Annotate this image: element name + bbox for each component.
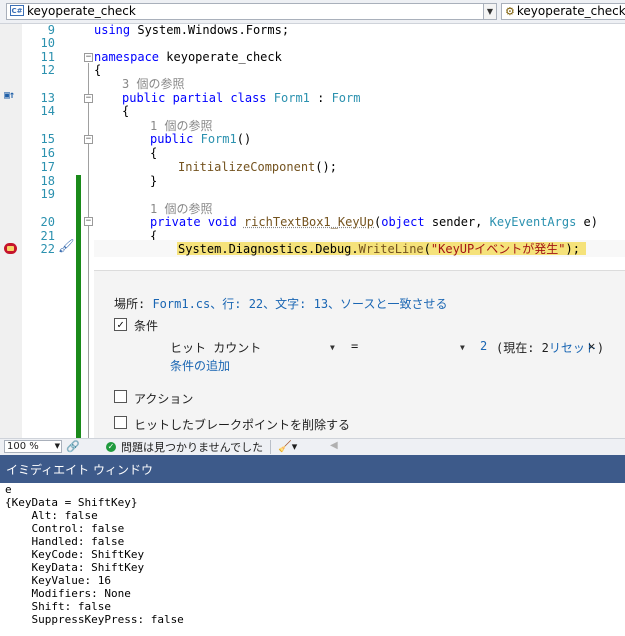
code-line-15: 15 public Form1() [0,133,625,146]
line-number: 19 [40,187,55,201]
location-label: 場所: [114,297,153,311]
hit-count-combo[interactable]: ヒット カウント [170,339,261,356]
line-number: 17 [40,160,55,174]
line-number: 16 [40,146,55,160]
class-icon: ⚙ [505,5,515,18]
code-line-19: 19 [0,188,625,201]
code-text: } [150,174,158,188]
conditions-label: 条件 [134,319,159,333]
immediate-line: {KeyData = ShiftKey} [5,496,138,509]
add-condition-link[interactable]: 条件の追加 [170,357,230,374]
change-tracking-bar [76,175,81,438]
divider [270,440,271,454]
actions-checkbox[interactable] [114,390,127,403]
project-dropdown-label: keyoperate_check [27,4,136,18]
code-line-13: 13 public partial class Form1 : Form [0,92,625,105]
code-line-18: 18 } [0,175,625,188]
immediate-line: Handled: false [5,535,125,548]
code-line-12: 12 { [0,64,625,77]
code-line-9: 9 using System.Windows.Forms; [0,24,625,37]
immediate-line: Control: false [5,522,125,535]
editor-status-bar: 100 % ▼ 🔗 ✓ 問題は見つかりませんでした 🧹▾ ◀ [0,438,625,455]
immediate-line: Shift: false [5,600,111,613]
copilot-icon[interactable]: 🔗 [66,440,80,453]
code-text: { [94,63,102,77]
zoom-value: 100 % [7,441,39,452]
breakpoint-settings-panel: 場所: Form1.cs、行: 22、文字: 13、ソースと一致させる ✓ 条件… [94,270,625,438]
immediate-line: KeyCode: ShiftKey [5,548,145,561]
code-text: { [150,146,158,160]
immediate-line: KeyValue: 16 [5,574,111,587]
code-editor[interactable]: ▣↑ − − − − 9 using System.Windows.Forms;… [0,24,625,438]
line-number: 15 [40,132,55,146]
class-dropdown-label: keyoperate_check.Fo [516,4,625,18]
line-number: 10 [40,36,55,50]
hit-count-value[interactable]: 2 [480,339,487,353]
breakpoint-location: 場所: Form1.cs、行: 22、文字: 13、ソースと一致させる [114,295,447,312]
zoom-dropdown[interactable]: 100 % ▼ [4,440,62,453]
code-line-20: 20 private void richTextBox1_KeyUp(objec… [0,216,625,229]
immediate-line: Modifiers: None [5,587,131,600]
project-dropdown[interactable]: C# keyoperate_check ▼ [6,3,497,20]
immediate-window-title: イミディエイト ウィンドウ [0,455,625,483]
line-number: 14 [40,104,55,118]
code-line-10: 10 [0,37,625,50]
immediate-line: e [5,483,12,496]
code-line-16: 16 { [0,147,625,160]
immediate-line: Alt: false [5,509,98,522]
class-dropdown[interactable]: ⚙keyoperate_check.Fo [501,3,625,20]
immediate-line: KeyData: ShiftKey [5,561,145,574]
code-text: public Form1() [150,132,252,146]
code-text: { [122,104,130,118]
remove-after-hit-label: ヒットしたブレークポイントを削除する [134,418,351,432]
immediate-window[interactable]: e {KeyData = ShiftKey} Alt: false Contro… [0,483,625,636]
line-number: 20 [40,215,55,229]
issues-status[interactable]: 問題は見つかりませんでした [121,441,263,454]
line-number: 12 [40,63,55,77]
actions-label: アクション [134,392,194,406]
remove-after-hit-checkbox[interactable] [114,416,127,429]
code-line-14: 14 { [0,105,625,118]
csharp-project-icon: C# [10,5,24,16]
close-icon[interactable]: ✕ [588,339,595,353]
navigation-bar: C#keyoperate_check ▼ ⚙keyoperate_check.F… [0,0,625,24]
code-line-17: 17 InitializeComponent(); [0,161,625,174]
code-cleanup-icon[interactable]: 🧹▾ [278,440,297,453]
immediate-line: SuppressKeyPress: false [5,613,184,626]
code-text: InitializeComponent(); [178,160,337,174]
codelens-references[interactable]: 3 個の参照 [122,78,184,91]
chevron-down-icon[interactable]: ▼ [483,4,496,19]
chevron-down-icon[interactable]: ▼ [460,343,465,352]
code-line-22: 22 System.Diagnostics.Debug.WriteLine("K… [0,243,625,256]
code-text: System.Diagnostics.Debug.WriteLine("KeyU… [178,242,580,256]
line-number: 22 [40,242,55,256]
conditions-checkbox[interactable]: ✓ [114,318,127,331]
code-text: private void richTextBox1_KeyUp(object s… [150,215,599,229]
code-text: using System.Windows.Forms; [94,24,290,37]
location-link[interactable]: Form1.cs、行: 22、文字: 13、ソースと一致させる [152,297,447,311]
code-text: namespace keyoperate_check [94,50,282,64]
code-text: public partial class Form1 : Form [122,91,361,105]
chevron-down-icon: ▼ [54,442,60,450]
scroll-left-icon[interactable]: ◀ [330,440,338,451]
check-circle-icon: ✓ [106,442,116,452]
chevron-down-icon[interactable]: ▼ [330,343,335,352]
operator-combo[interactable]: = [351,339,358,353]
